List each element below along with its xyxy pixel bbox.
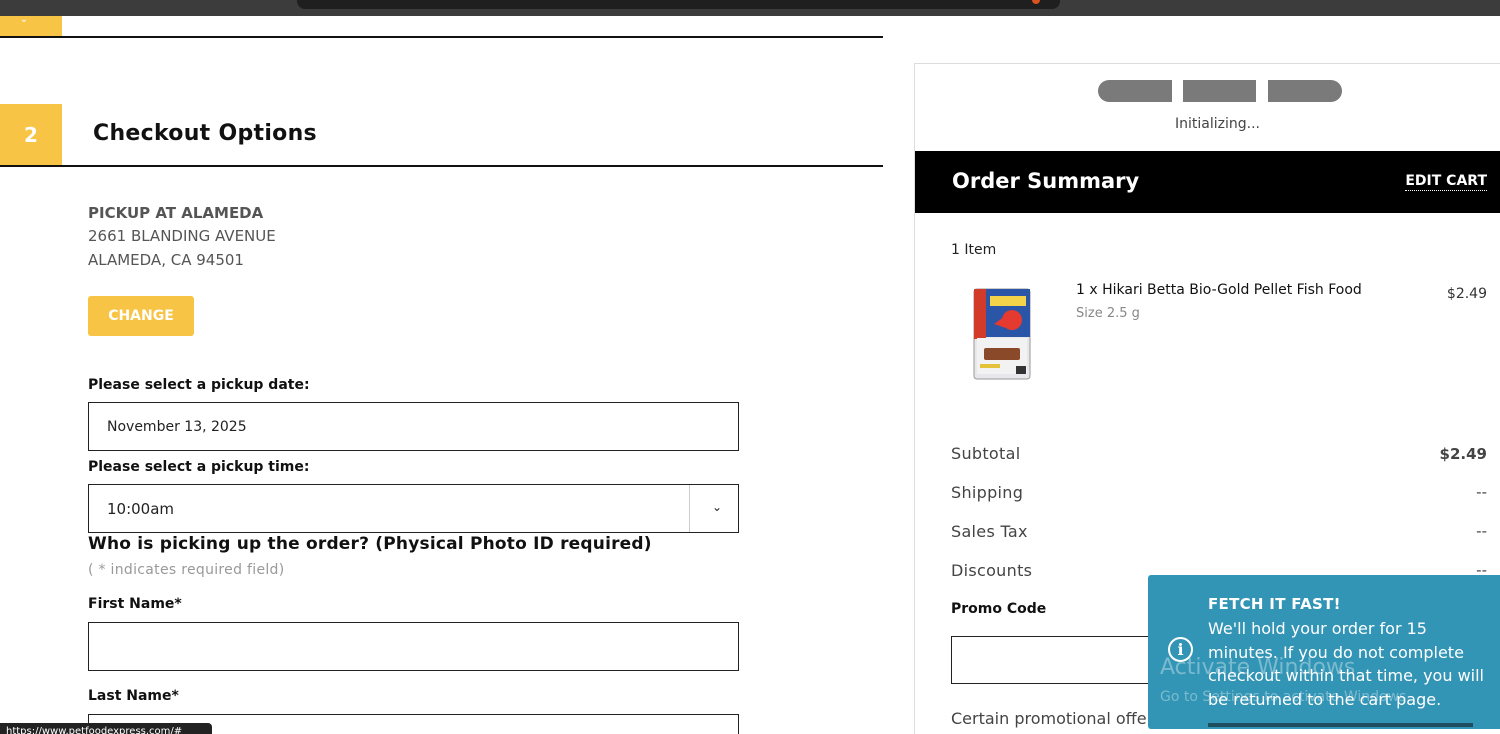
required-field-note: ( * indicates required field): [88, 562, 285, 578]
first-name-field[interactable]: [88, 622, 739, 671]
shipping-label: Shipping: [951, 483, 1024, 502]
discounts-label: Discounts: [951, 561, 1033, 580]
pickup-date-input[interactable]: November 13, 2025: [88, 402, 739, 451]
address-bar[interactable]: [297, 0, 1060, 9]
edit-cart-link[interactable]: EDIT CART: [1405, 173, 1487, 191]
product-price: $2.49: [1446, 286, 1487, 302]
pickup-date-value: November 13, 2025: [107, 418, 247, 435]
payment-placeholder-1: [1098, 80, 1172, 102]
promo-note: Certain promotional offe: [951, 709, 1147, 728]
pickup-location-name: PICKUP AT ALAMEDA: [88, 204, 264, 222]
pickup-time-select[interactable]: 10:00am ⌄: [88, 484, 739, 533]
shipping-value: --: [1476, 483, 1487, 501]
payment-status: Initializing...: [1175, 116, 1260, 132]
payment-placeholder-3: [1268, 80, 1342, 102]
pickup-address-line-2: ALAMEDA, CA 94501: [88, 251, 244, 269]
section-title: Checkout Options: [93, 121, 317, 146]
subtotal-label: Subtotal: [951, 444, 1021, 463]
order-summary-header: Order Summary EDIT CART: [915, 151, 1500, 213]
pickup-person-heading: Who is picking up the order? (Physical P…: [88, 534, 652, 554]
first-name-label: First Name*: [88, 596, 182, 612]
last-name-label: Last Name*: [88, 688, 179, 704]
product-size: Size 2.5 g: [1076, 306, 1140, 321]
pickup-address-line-1: 2661 BLANDING AVENUE: [88, 227, 276, 245]
windows-activation-watermark: Activate Windows: [1160, 655, 1356, 680]
change-location-button[interactable]: CHANGE: [88, 296, 194, 336]
step-1-divider: [0, 36, 883, 38]
promo-code-input[interactable]: [951, 636, 1181, 684]
windows-activation-subtitle: Go to Settings to activate Windows.: [1160, 689, 1411, 705]
product-name[interactable]: 1 x Hikari Betta Bio-Gold Pellet Fish Fo…: [1076, 282, 1362, 298]
item-count: 1 Item: [951, 242, 997, 258]
status-bar-url: https://www.petfoodexpress.com/#: [0, 723, 212, 734]
sales-tax-label: Sales Tax: [951, 522, 1028, 541]
toast-title: FETCH IT FAST!: [1208, 595, 1341, 613]
step-1-badge: [0, 16, 62, 37]
pickup-time-value: 10:00am: [107, 499, 175, 518]
hold-order-toast[interactable]: i FETCH IT FAST! We'll hold your order f…: [1148, 575, 1500, 729]
product-image: [973, 288, 1031, 380]
chevron-down-icon[interactable]: ⌄: [18, 15, 30, 25]
pickup-date-label: Please select a pickup date:: [88, 377, 310, 393]
payment-placeholder-2: [1183, 80, 1256, 102]
select-divider: [689, 485, 690, 532]
promo-code-label: Promo Code: [951, 601, 1047, 617]
step-2-badge: 2: [0, 104, 62, 166]
chevron-down-icon[interactable]: ⌄: [712, 500, 722, 514]
browser-toolbar: [0, 0, 1500, 16]
sales-tax-value: --: [1476, 522, 1487, 540]
subtotal-value: $2.49: [1439, 445, 1487, 463]
order-summary-title: Order Summary: [952, 169, 1140, 193]
step-2-divider: [0, 165, 883, 167]
pickup-time-label: Please select a pickup time:: [88, 459, 310, 475]
toast-progress-bar: [1208, 723, 1473, 727]
